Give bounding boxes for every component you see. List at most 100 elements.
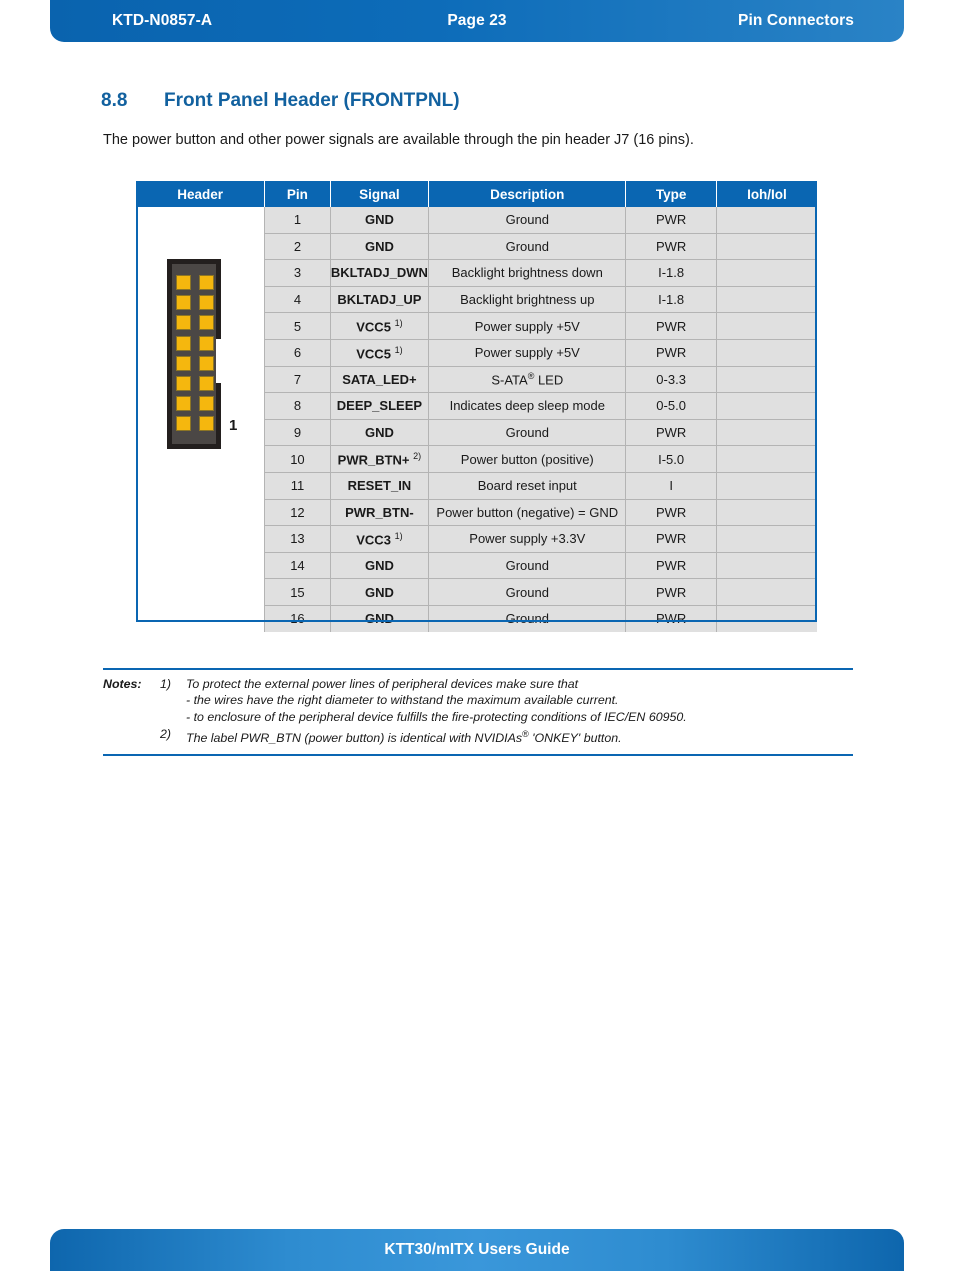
signal-name: GND <box>364 584 394 600</box>
cell-ioh-iol <box>716 366 817 394</box>
cell-description: Ground <box>428 605 627 632</box>
notes-label: Notes: <box>103 677 142 691</box>
cell-type: 0-5.0 <box>625 392 717 420</box>
cell-type: PWR <box>625 525 717 553</box>
connector-pin-pad <box>199 416 214 432</box>
cell-pin: 9 <box>264 419 331 447</box>
cell-signal: PWR_BTN- <box>330 499 430 527</box>
signal-name: BKLTADJ_DWN <box>330 265 428 281</box>
note-body-1: To protect the external power lines of p… <box>186 676 853 725</box>
connector-illustration: 1 <box>167 259 237 449</box>
cell-pin: 10 <box>264 445 331 473</box>
cell-pin: 15 <box>264 578 331 606</box>
cell-signal: VCC5 1) <box>330 312 430 340</box>
cell-ioh-iol <box>716 339 817 367</box>
note-2-text-after: 'ONKEY' button. <box>528 731 622 746</box>
cell-signal: GND <box>330 233 430 261</box>
connector-pin-pad <box>199 315 214 331</box>
connector-pin-pad <box>199 275 214 290</box>
cell-pin: 4 <box>264 286 331 314</box>
section-title: Front Panel Header (FRONTPNL) <box>164 90 460 111</box>
signal-name: VCC5 <box>356 319 391 335</box>
signal-name: SATA_LED+ <box>342 371 417 387</box>
cell-pin: 8 <box>264 392 331 420</box>
cell-description: Power supply +3.3V <box>428 525 627 553</box>
note-line-1-2: - the wires have the right diameter to w… <box>186 693 619 708</box>
cell-pin: 3 <box>264 259 331 287</box>
column-header-header: Header <box>136 181 266 207</box>
registered-trademark-icon: ® <box>522 729 529 740</box>
cell-signal: VCC3 1) <box>330 525 430 553</box>
header-chapter-title: Pin Connectors <box>738 12 854 29</box>
cell-type: 0-3.3 <box>625 366 717 394</box>
cell-pin: 11 <box>264 472 331 500</box>
table-row: 1 1 GND Ground PWR <box>136 207 817 632</box>
cell-pin: 6 <box>264 339 331 367</box>
connector-pin-pad <box>199 396 214 412</box>
cell-type: I <box>625 472 717 500</box>
connector-pin-pad <box>199 355 214 371</box>
note-marker-2: 2) <box>160 727 172 742</box>
signal-name: BKLTADJ_UP <box>337 292 422 308</box>
cell-ioh-iol <box>716 419 817 447</box>
signal-name: GND <box>364 611 394 627</box>
signal-name: PWR_BTN+ <box>337 452 410 468</box>
cell-ioh-iol <box>716 392 817 420</box>
cell-type: PWR <box>625 499 717 527</box>
cell-description: Power button (positive) <box>428 445 627 473</box>
cell-type: I-1.8 <box>625 259 717 287</box>
note-line-1-3: - to enclosure of the peripheral device … <box>186 709 687 724</box>
description-text-tail: LED <box>534 372 564 388</box>
signal-note-marker: 1) <box>394 318 403 328</box>
cell-signal: SATA_LED+ <box>330 366 430 394</box>
cell-signal: DEEP_SLEEP <box>330 392 430 420</box>
cell-ioh-iol <box>716 472 817 500</box>
note-item-2: 2) The label PWR_BTN (power button) is i… <box>103 726 853 747</box>
cell-ioh-iol <box>716 286 817 314</box>
table-header-row: Header Pin Signal Description Type Ioh/I… <box>136 181 817 207</box>
column-header-description: Description <box>428 181 627 207</box>
cell-pin: 14 <box>264 552 331 580</box>
signal-note-marker: 2) <box>413 450 422 461</box>
cell-signal: GND <box>330 419 430 447</box>
connector-pin-pad <box>199 375 214 391</box>
cell-type: PWR <box>625 207 717 234</box>
cell-signal: GND <box>330 578 430 606</box>
connector-pin-pad <box>176 295 191 311</box>
signal-name: RESET_IN <box>347 478 412 494</box>
connector-pin-pad <box>176 396 191 412</box>
connector-pin1-label: 1 <box>229 417 238 434</box>
cell-description: Power button (negative) = GND <box>428 499 627 527</box>
cell-ioh-iol <box>716 259 817 287</box>
cell-type: PWR <box>625 312 717 340</box>
signal-name: GND <box>364 238 394 254</box>
signal-name: GND <box>364 425 394 441</box>
cell-signal: GND <box>330 552 430 580</box>
cell-ioh-iol <box>716 499 817 527</box>
cell-pin: 16 <box>264 605 331 632</box>
signal-note-marker: 1) <box>394 344 403 355</box>
cell-pin: 2 <box>264 233 331 261</box>
cell-description: Ground <box>428 578 627 606</box>
column-header-pin: Pin <box>264 181 331 207</box>
cell-description: Ground <box>428 233 627 261</box>
signal-note-marker: 1) <box>394 530 403 541</box>
signal-name: VCC5 <box>356 345 391 361</box>
cell-description: Ground <box>428 419 627 447</box>
connector-keying-notch <box>216 339 222 383</box>
page-footer-bar: KTT30/mITX Users Guide <box>50 1229 904 1271</box>
cell-type: PWR <box>625 233 717 261</box>
cell-signal: BKLTADJ_UP <box>330 286 430 314</box>
cell-description: Indicates deep sleep mode <box>428 392 627 420</box>
connector-graphic-cell: 1 <box>136 207 266 632</box>
cell-ioh-iol <box>716 207 817 234</box>
cell-description: Board reset input <box>428 472 627 500</box>
cell-description: Backlight brightness up <box>428 286 627 314</box>
description-text: S-ATA <box>491 372 528 388</box>
cell-pin: 1 <box>264 207 331 234</box>
cell-description: S-ATA® LED <box>428 366 627 394</box>
cell-description: Backlight brightness down <box>428 259 627 287</box>
connector-pin-pad <box>199 295 214 311</box>
connector-pin-pad <box>176 335 191 351</box>
connector-pin-pad <box>176 275 191 290</box>
